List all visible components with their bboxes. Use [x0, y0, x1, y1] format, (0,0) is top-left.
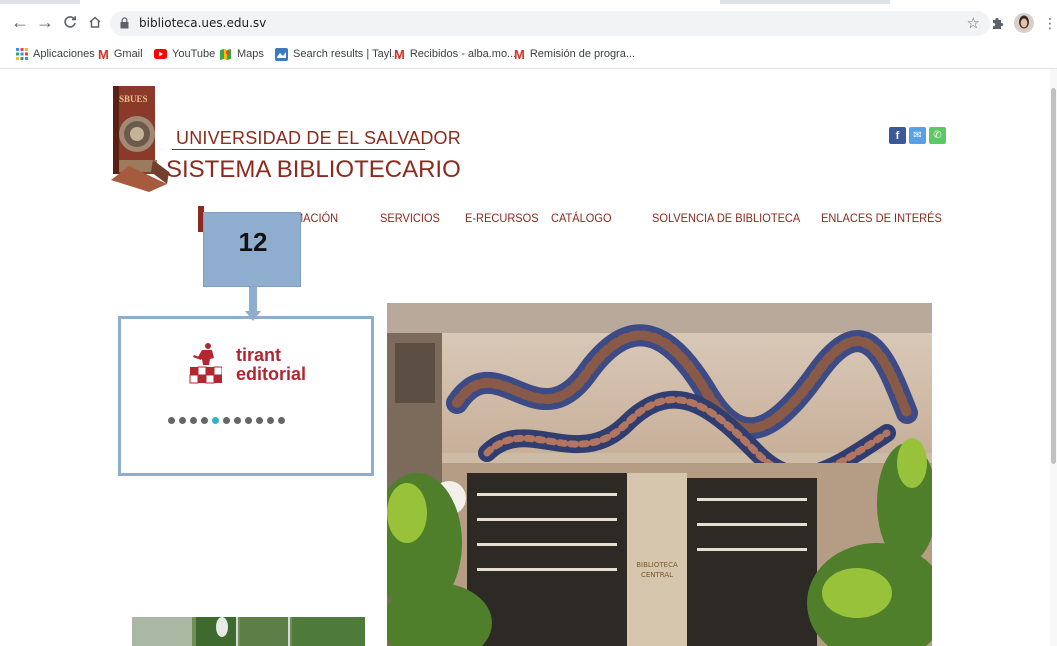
partner-carousel-highlight — [118, 316, 374, 476]
bookmark-label: Aplicaciones — [33, 48, 95, 60]
sign-biblioteca: BIBLIOTECA — [636, 561, 678, 569]
kebab-menu-icon[interactable]: ⋮ — [1043, 12, 1057, 34]
nav-item-enlaces[interactable]: ENLACES DE INTERÉS — [821, 211, 942, 225]
carousel-dot-active[interactable] — [212, 417, 219, 424]
reload-icon[interactable] — [60, 12, 80, 32]
nav-item-catalogo[interactable]: CATÁLOGO — [551, 211, 612, 225]
carousel-dot[interactable] — [179, 417, 186, 424]
profile-avatar[interactable] — [1014, 12, 1034, 34]
bookmark-label: YouTube — [172, 48, 216, 60]
carousel-pagination — [168, 417, 285, 427]
gmail-icon: M — [98, 46, 109, 62]
apps-grid-icon — [16, 48, 28, 60]
bookmark-label: Maps — [237, 48, 264, 60]
carousel-dot[interactable] — [245, 417, 252, 424]
university-underline — [172, 149, 425, 150]
bookmark-aplicaciones[interactable]: Aplicaciones — [16, 46, 95, 62]
carousel-dot[interactable] — [168, 417, 175, 424]
bookmark-recibidos[interactable]: M Recibidos - alba.mo... — [394, 46, 516, 62]
carousel-dot[interactable] — [234, 417, 241, 424]
bookmark-maps[interactable]: Maps — [219, 46, 264, 62]
extensions-puzzle-icon[interactable] — [990, 12, 1004, 34]
emblem-text: SBUES — [119, 94, 148, 104]
bookmark-label: Recibidos - alba.mo... — [409, 48, 517, 60]
gmail-icon: M — [394, 46, 405, 62]
scrollbar-thumb[interactable] — [1051, 88, 1056, 464]
bookmark-gmail[interactable]: M Gmail — [98, 46, 143, 62]
maps-icon — [220, 48, 231, 60]
callout-arrow-stem — [249, 287, 257, 314]
sbues-emblem-logo[interactable]: SBUES — [109, 80, 171, 192]
nav-item-servicios[interactable]: SERVICIOS — [380, 211, 440, 225]
tab-strip — [0, 0, 1057, 4]
carousel-dot[interactable] — [278, 417, 285, 424]
campus-photo-thumbnail[interactable] — [132, 617, 365, 646]
carousel-dot[interactable] — [190, 417, 197, 424]
gmail-icon: M — [514, 46, 525, 62]
bookmark-search-results[interactable]: Search results | Tayl... — [275, 46, 401, 62]
carousel-dot[interactable] — [267, 417, 274, 424]
url-text: biblioteca.ues.edu.sv — [139, 16, 267, 30]
bookmark-youtube[interactable]: YouTube — [154, 46, 215, 62]
search-results-icon — [275, 47, 288, 61]
bookmark-remision[interactable]: M Remisión de progra... — [514, 46, 635, 62]
editorial-word: editorial — [236, 364, 307, 384]
library-system-title[interactable]: SISTEMA BIBLIOTECARIO — [166, 156, 461, 184]
university-name[interactable]: UNIVERSIDAD DE EL SALVADOR — [176, 128, 461, 149]
nav-item-solvencia[interactable]: SOLVENCIA DE BIBLIOTECA — [652, 211, 800, 225]
bookmark-label: Gmail — [113, 48, 143, 60]
facebook-icon[interactable]: f — [889, 127, 906, 144]
home-icon[interactable] — [85, 12, 105, 32]
tirant-word: tirant — [236, 345, 281, 365]
email-icon[interactable]: ✉ — [909, 127, 926, 144]
carousel-dot[interactable] — [223, 417, 230, 424]
bookmark-label: Remisión de progra... — [529, 48, 636, 60]
youtube-icon — [154, 49, 167, 59]
annotation-number: 12 — [238, 227, 268, 257]
forward-arrow-icon[interactable]: → — [35, 12, 55, 32]
bookmark-star-icon[interactable]: ☆ — [967, 14, 980, 32]
browser-toolbar: ← → biblioteca.ues.edu.sv ☆ ⋮ — [0, 0, 1057, 40]
nav-item-e-recursos[interactable]: E-RECURSOS — [465, 211, 539, 225]
biblioteca-central-photo[interactable]: BIBLIOTECA CENTRAL — [387, 303, 932, 646]
lock-icon — [120, 17, 129, 29]
callout-arrow-head — [245, 311, 261, 321]
back-arrow-icon[interactable]: ← — [10, 12, 30, 32]
bookmarks-bar: Aplicaciones M Gmail YouTube Maps Search… — [0, 40, 1057, 69]
tirant-knight-logo[interactable] — [188, 341, 222, 385]
tirant-editorial-logo-text[interactable]: tirant editorial — [236, 346, 306, 384]
annotation-callout: 12 — [203, 212, 301, 287]
bookmark-label: Search results | Tayl... — [293, 48, 401, 60]
carousel-dot[interactable] — [201, 417, 208, 424]
address-bar[interactable]: biblioteca.ues.edu.sv ☆ — [110, 11, 990, 36]
sign-central: CENTRAL — [641, 571, 673, 579]
carousel-dot[interactable] — [256, 417, 263, 424]
phone-icon[interactable]: ✆ — [929, 127, 946, 144]
